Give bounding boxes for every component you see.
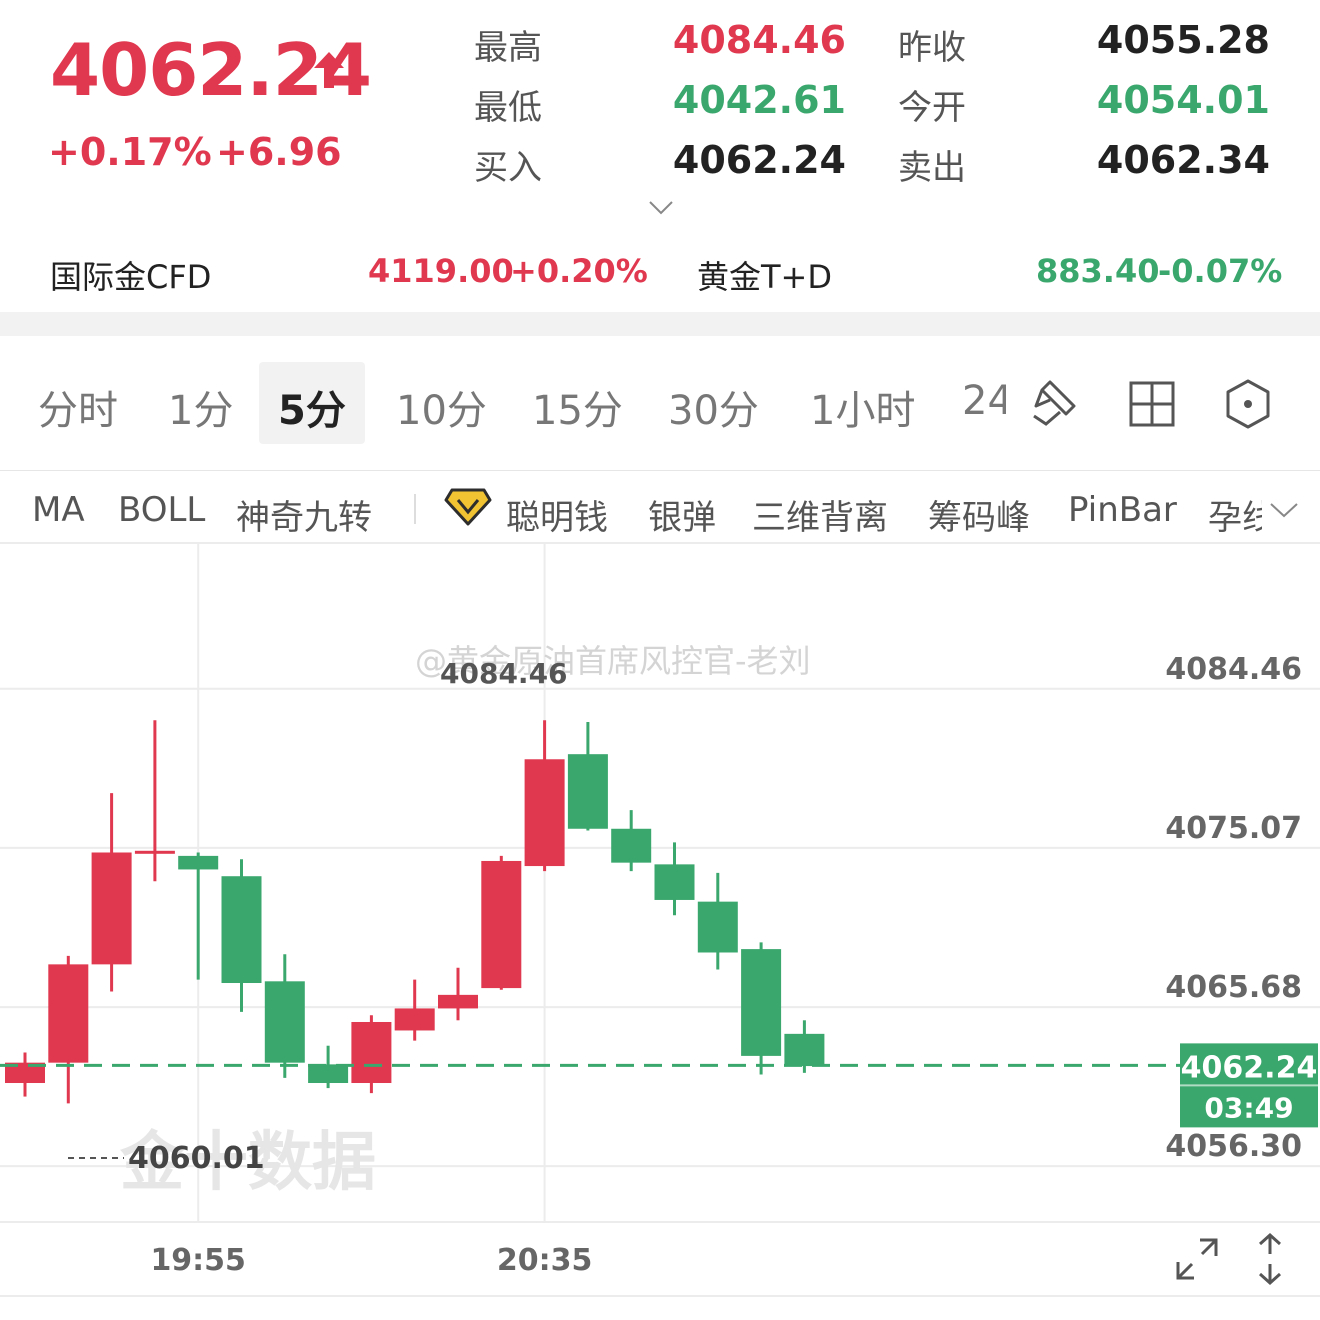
indicator-ma[interactable]: MA: [32, 490, 85, 530]
candlestick-chart[interactable]: 4084.464075.074065.684056.3019:55 20:35 @…: [0, 544, 1320, 1294]
bid-label: 买入: [474, 148, 542, 188]
indicator-inside-bar[interactable]: 孕线: [1208, 490, 1262, 539]
candle-body: [741, 949, 782, 1056]
x-tick-label: 19:55: [150, 1243, 246, 1278]
indicator-td9[interactable]: 神奇九转: [236, 490, 372, 539]
tab-1h[interactable]: 1小时: [810, 378, 915, 436]
candle-body: [264, 981, 305, 1063]
chevron-down-icon[interactable]: [1268, 500, 1300, 520]
td-label[interactable]: 黄金T+D: [697, 252, 832, 298]
candle-body: [697, 901, 738, 953]
candle-body: [784, 1033, 825, 1067]
divider: [414, 494, 416, 524]
current-price-label: 4062.24: [1181, 1050, 1318, 1085]
ask-label: 卖出: [898, 148, 966, 188]
candle-body: [481, 860, 522, 989]
high-value: 4084.46: [672, 18, 846, 62]
indicator-pinbar[interactable]: PinBar: [1068, 490, 1177, 530]
y-tick-label: 4065.68: [1165, 970, 1302, 1005]
tab-15m[interactable]: 15分: [532, 378, 623, 436]
td-value: 883.40: [1036, 252, 1160, 290]
chart-bottom-border: [0, 1295, 1320, 1297]
y-tick-label: 4056.30: [1165, 1129, 1302, 1164]
change-percent: +0.17%: [48, 130, 212, 174]
candle-body: [394, 1008, 435, 1031]
y-tick-label: 4075.07: [1165, 811, 1302, 846]
low-label: 最低: [474, 88, 542, 128]
change-amount: +6.96: [216, 130, 342, 174]
countdown-label: 03:49: [1204, 1091, 1293, 1124]
ask-value: 4062.34: [1096, 138, 1270, 182]
section-separator: [0, 312, 1320, 336]
divider: [0, 470, 1320, 471]
low-value: 4042.61: [672, 78, 846, 122]
pen-draw-icon[interactable]: [1030, 376, 1082, 428]
candle-body: [524, 759, 565, 867]
bid-value: 4062.24: [672, 138, 846, 182]
candle-body: [611, 828, 652, 863]
high-label: 最高: [474, 28, 542, 68]
diamond-icon: [444, 488, 492, 526]
tab-10m[interactable]: 10分: [396, 378, 487, 436]
tab-24h[interactable]: 24: [962, 378, 1006, 424]
low-annotation: 4060.01: [128, 1141, 265, 1176]
indicator-smart-money[interactable]: 聪明钱: [506, 490, 608, 539]
candle-body: [308, 1064, 349, 1084]
indicator-chip-peak[interactable]: 筹码峰: [928, 490, 1030, 539]
candle-body: [351, 1021, 392, 1084]
cfd-change: +0.20%: [510, 252, 648, 290]
prev-close-value: 4055.28: [1096, 18, 1270, 62]
candle-body: [654, 864, 695, 900]
tab-30m[interactable]: 30分: [668, 378, 759, 436]
candle-body: [134, 850, 175, 854]
expand-diagonal-icon[interactable]: [1174, 1236, 1220, 1282]
high-annotation: 4084.46: [440, 657, 568, 690]
indicator-3d-divergence[interactable]: 三维背离: [752, 490, 888, 539]
tab-5m[interactable]: 5分: [278, 378, 346, 436]
indicator-silver-bullet[interactable]: 银弹: [648, 490, 716, 539]
open-value: 4054.01: [1096, 78, 1270, 122]
candle-body: [91, 852, 132, 965]
arrow-up-icon: [314, 52, 344, 88]
open-label: 今开: [898, 88, 966, 128]
candle-body: [567, 754, 608, 829]
y-tick-label: 4084.46: [1165, 652, 1302, 687]
x-tick-label: 20:35: [497, 1243, 593, 1278]
td-change: -0.07%: [1158, 252, 1283, 290]
tab-timeshare[interactable]: 分时: [38, 378, 118, 436]
prev-close-label: 昨收: [898, 28, 966, 68]
tab-1m[interactable]: 1分: [168, 378, 233, 436]
hexagon-settings-icon[interactable]: [1224, 378, 1272, 430]
chevron-down-icon[interactable]: [648, 200, 674, 216]
grid-layout-icon[interactable]: [1128, 380, 1176, 428]
candle-body: [438, 994, 478, 1009]
candle-body: [48, 964, 89, 1063]
candle-body: [178, 855, 219, 870]
cfd-label[interactable]: 国际金CFD: [50, 252, 211, 298]
candles: [5, 720, 825, 1104]
candle-body: [221, 876, 262, 984]
indicator-boll[interactable]: BOLL: [118, 490, 205, 530]
cfd-value: 4119.00: [368, 252, 514, 290]
vertical-resize-icon[interactable]: [1254, 1232, 1286, 1286]
